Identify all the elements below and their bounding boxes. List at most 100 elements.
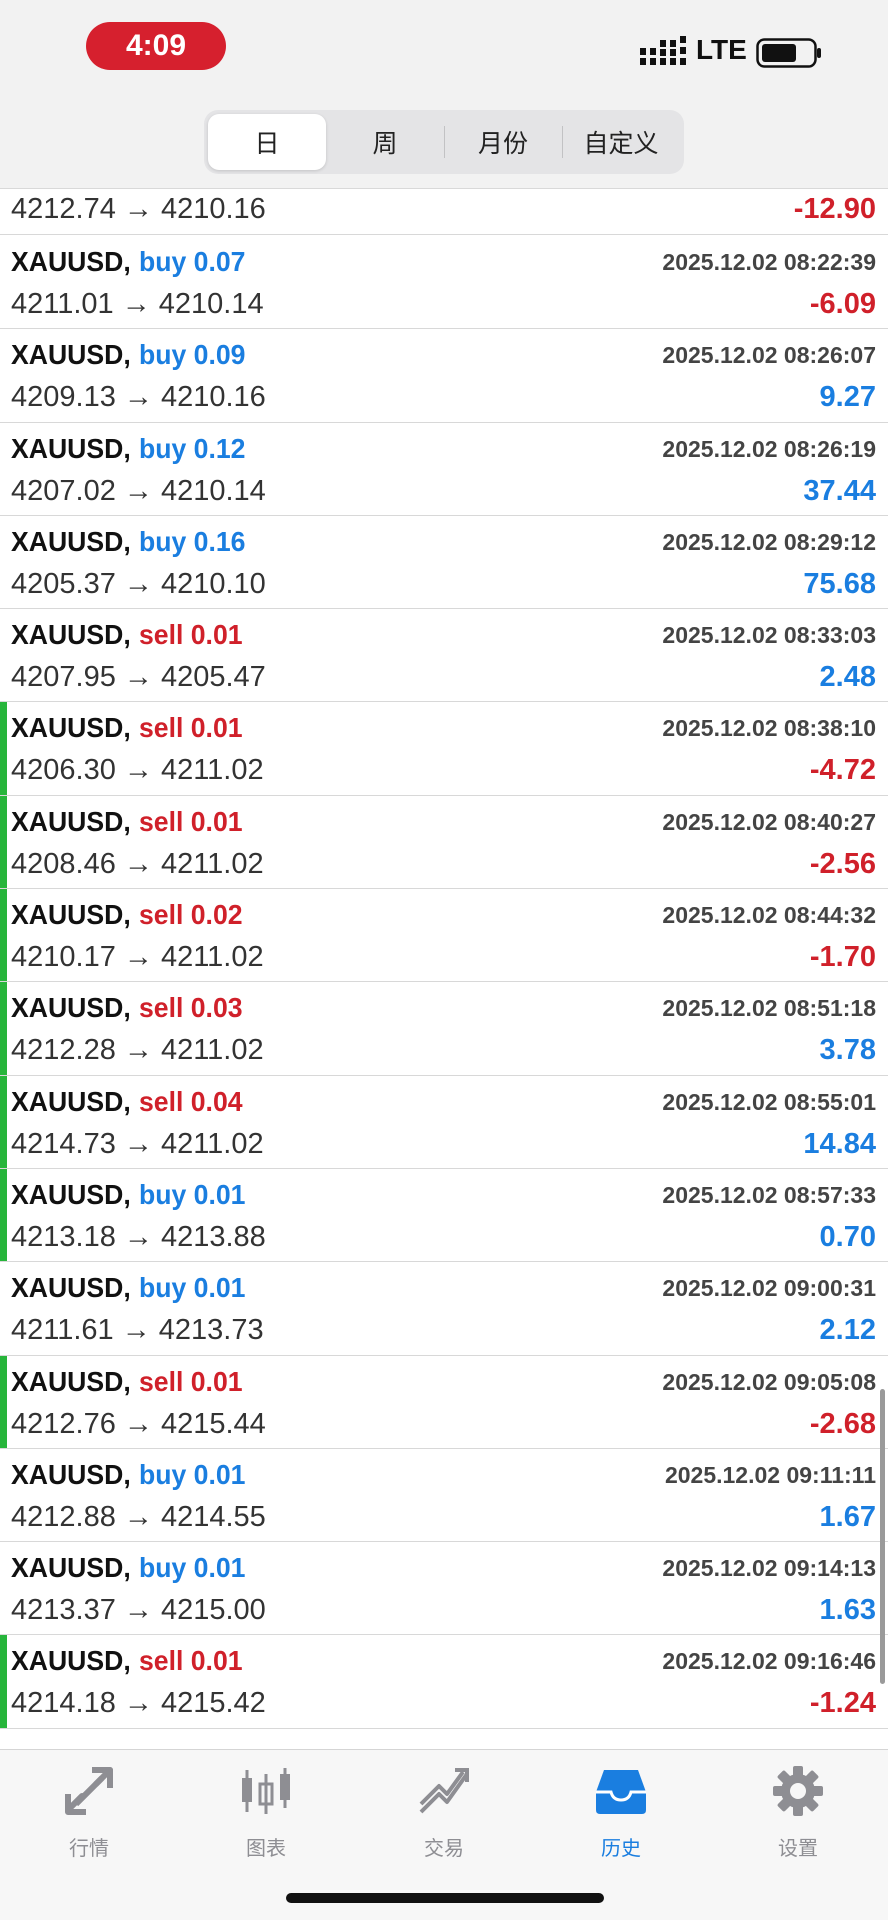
tab-quotes[interactable]: 行情 (24, 1750, 154, 1860)
deal-symbol: XAUUSD, (11, 712, 131, 744)
deal-prices: 4214.18 → 4215.42 (11, 1687, 266, 1720)
deal-side-volume: buy 0.01 (138, 1458, 246, 1490)
period-tab-custom[interactable]: 自定义 (562, 114, 680, 170)
deal-row[interactable]: XAUUSD, sell 0.04 2025.12.02 08:55:01 4214.… (0, 1075, 888, 1169)
deal-prices: 4212.28 → 4211.02 (11, 1034, 264, 1067)
deal-side-volume: sell 0.01 (138, 712, 243, 744)
deal-side-volume: sell 0.04 (138, 1085, 243, 1117)
deal-prices: 4208.46 → 4211.02 (11, 847, 264, 880)
tab-charts[interactable]: 图表 (201, 1750, 331, 1860)
deal-side-volume: buy 0.01 (138, 1178, 246, 1210)
deal-row[interactable]: XAUUSD, buy 0.01 2025.12.02 09:00:31 4211.6… (0, 1262, 888, 1356)
deal-prices: 4213.37 → 4215.00 (11, 1594, 266, 1627)
network-type: LTE (696, 34, 747, 65)
home-indicator[interactable] (286, 1893, 604, 1903)
deal-profit: -4.72 (809, 754, 876, 787)
history-inbox-icon (596, 1770, 646, 1814)
deal-symbol: XAUUSD, (11, 525, 131, 557)
deal-time: 2025.12.02 08:57:33 (662, 1181, 876, 1208)
deal-row[interactable]: XAUUSD, sell 0.02 2025.12.02 08:44:32 4210.… (0, 889, 888, 983)
tab-trade[interactable]: 交易 (379, 1750, 509, 1860)
period-tab-month[interactable]: 月份 (444, 114, 562, 170)
deal-symbol: XAUUSD, (11, 1365, 131, 1397)
deal-row[interactable]: XAUUSD, sell 0.01 2025.12.02 08:40:27 4208.… (0, 795, 888, 890)
deal-time: 2025.12.02 09:05:08 (662, 1368, 876, 1395)
period-tab-day[interactable]: 日 (208, 114, 326, 170)
deal-prices: 4205.37 → 4210.10 (11, 567, 266, 600)
deal-side-volume: sell 0.01 (138, 619, 243, 651)
deal-row[interactable]: XAUUSD, sell 0.01 2025.12.02 08:38:10 4206.… (0, 702, 888, 796)
deal-side-volume: buy 0.01 (138, 1272, 246, 1304)
deal-profit: 75.68 (803, 567, 876, 600)
deal-profit: 1.67 (819, 1500, 876, 1533)
deal-time: 2025.12.02 08:29:12 (662, 528, 876, 555)
deal-symbol: XAUUSD, (11, 992, 131, 1024)
period-tab-week[interactable]: 周 (326, 114, 444, 170)
deal-symbol: XAUUSD, (11, 1085, 131, 1117)
deal-profit: 2.48 (819, 661, 876, 694)
deal-symbol: XAUUSD, (11, 619, 131, 651)
deal-prices: 4212.88 → 4214.55 (11, 1500, 266, 1533)
deal-prices: 4209.13 → 4210.16 (11, 381, 266, 414)
deal-side-volume: sell 0.01 (138, 1365, 243, 1397)
tab-settings-label: 设置 (778, 1836, 818, 1860)
deal-side-volume: sell 0.01 (138, 1645, 243, 1677)
deal-profit: -12.90 (793, 193, 876, 225)
deal-row[interactable]: XAUUSD, sell 0.01 2025.12.02 08:33:03 4207.… (0, 609, 888, 703)
deal-row[interactable]: XAUUSD, buy 0.16 2025.12.02 08:29:12 4205.3… (0, 516, 888, 610)
deal-time: 2025.12.02 09:14:13 (662, 1555, 876, 1582)
deal-row[interactable]: XAUUSD, buy 0.01 2025.12.02 09:14:13 4213.3… (0, 1542, 888, 1636)
deal-prices: 4212.76 → 4215.44 (11, 1407, 266, 1440)
deal-profit: -2.68 (809, 1407, 876, 1440)
cellular-signal-icon (640, 36, 686, 65)
tab-quotes-label: 行情 (69, 1836, 109, 1860)
deal-prices: 4212.74 → 4210.16 (11, 193, 266, 225)
deal-time: 2025.12.02 08:51:18 (662, 995, 876, 1022)
deal-side-volume: buy 0.01 (138, 1552, 246, 1584)
deal-profit: 37.44 (803, 474, 876, 507)
deal-side-volume: sell 0.02 (138, 899, 243, 931)
deal-row[interactable]: XAUUSD, sell 0.03 2025.12.02 08:51:18 4212.… (0, 982, 888, 1076)
deal-profit: 1.63 (819, 1594, 876, 1627)
deal-side-volume: buy 0.09 (138, 339, 246, 371)
deal-side-volume: sell 0.03 (138, 992, 243, 1024)
deal-row-partial[interactable]: 4212.74 → 4210.16 -12.90 (0, 189, 888, 235)
deal-row[interactable]: XAUUSD, buy 0.07 2025.12.02 08:22:39 4211.0… (0, 236, 888, 330)
deal-side-volume: buy 0.07 (138, 246, 246, 277)
status-time: 4:09 (86, 22, 226, 70)
deal-row[interactable]: XAUUSD, buy 0.01 2025.12.02 08:57:33 4213.1… (0, 1168, 888, 1263)
deal-time: 2025.12.02 08:33:03 (662, 622, 876, 649)
deal-prices: 4211.61 → 4213.73 (11, 1314, 264, 1347)
status-bar: 4:09 LTE (0, 0, 888, 96)
tab-charts-label: 图表 (246, 1836, 286, 1860)
deal-symbol: XAUUSD, (11, 1458, 131, 1490)
deal-history-list[interactable]: 4212.74 → 4210.16 -12.90 XAUUSD, buy 0.07… (0, 189, 888, 1749)
deal-prices: 4211.01 → 4210.14 (11, 288, 264, 320)
deal-row[interactable]: XAUUSD, buy 0.12 2025.12.02 08:26:19 4207.0… (0, 423, 888, 516)
deal-profit: 3.78 (819, 1034, 876, 1067)
list-scrollbar[interactable] (880, 1389, 885, 1684)
deal-symbol: XAUUSD, (11, 1645, 131, 1677)
deal-symbol: XAUUSD, (11, 246, 131, 277)
deal-profit: 14.84 (803, 1127, 876, 1160)
deal-prices: 4207.95 → 4205.47 (11, 661, 266, 694)
deal-symbol: XAUUSD, (11, 339, 131, 371)
deal-prices: 4206.30 → 4211.02 (11, 754, 264, 787)
deal-time: 2025.12.02 09:00:31 (662, 1275, 876, 1302)
deal-symbol: XAUUSD, (11, 432, 131, 464)
deal-time: 2025.12.02 08:22:39 (662, 249, 876, 275)
deal-symbol: XAUUSD, (11, 1272, 131, 1304)
deal-row[interactable]: XAUUSD, buy 0.01 2025.12.02 09:11:11 4212.8… (0, 1449, 888, 1543)
deal-symbol: XAUUSD, (11, 1552, 131, 1584)
deal-row[interactable]: XAUUSD, sell 0.01 2025.12.02 09:05:08 4212.… (0, 1355, 888, 1449)
deal-time: 2025.12.02 08:26:07 (662, 342, 876, 369)
deal-prices: 4207.02 → 4210.14 (11, 474, 266, 507)
deal-side-volume: buy 0.16 (138, 525, 246, 557)
tab-settings[interactable]: 设置 (733, 1750, 863, 1860)
battery-icon (756, 38, 821, 68)
deal-row[interactable]: XAUUSD, buy 0.09 2025.12.02 08:26:07 4209.1… (0, 329, 888, 423)
tab-history[interactable]: 历史 (556, 1750, 686, 1860)
deal-row[interactable]: XAUUSD, sell 0.01 2025.12.02 09:16:46 4214.… (0, 1635, 888, 1729)
deal-symbol: XAUUSD, (11, 805, 131, 837)
tab-history-label: 历史 (601, 1836, 641, 1860)
